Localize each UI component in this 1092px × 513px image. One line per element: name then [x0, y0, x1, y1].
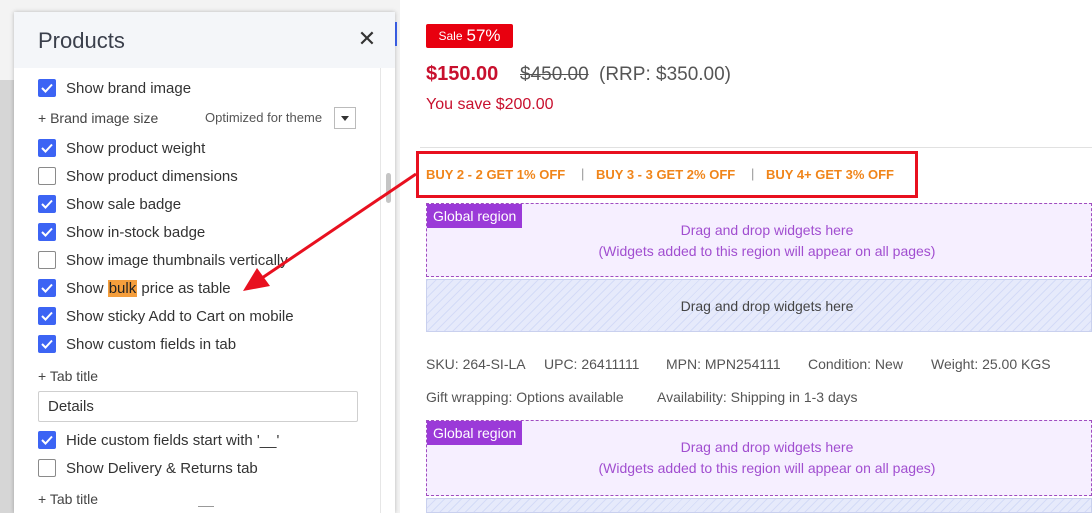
checkbox-label: Show Delivery & Returns tab: [66, 459, 258, 477]
gift-wrapping: Gift wrapping: Options available: [426, 389, 624, 405]
product-price: $150.00: [426, 63, 499, 85]
sale-badge: Sale 57%: [426, 24, 513, 48]
checkbox-show-custom-fields-tab[interactable]: Show custom fields in tab: [38, 333, 236, 355]
selection-edge: [395, 22, 397, 46]
checkbox-show-sticky-add-to-cart[interactable]: Show sticky Add to Cart on mobile: [38, 305, 294, 327]
checkbox-unchecked-icon[interactable]: [38, 167, 56, 185]
checkbox-checked-icon[interactable]: [38, 279, 56, 297]
checkbox-show-brand-image[interactable]: Show brand image: [38, 77, 191, 99]
tab-title-label-2: + Tab title: [38, 491, 99, 507]
drop-note: (Widgets added to this region will appea…: [598, 243, 936, 259]
products-settings-panel: Products ✕ Show brand image + Brand imag…: [14, 12, 395, 513]
widget-drop-zone[interactable]: Drag and drop widgets here: [426, 279, 1092, 332]
widget-drop-zone[interactable]: [426, 498, 1092, 513]
checkbox-label: Show image thumbnails vertically: [66, 251, 288, 269]
close-icon[interactable]: ✕: [354, 26, 380, 52]
checkbox-show-delivery-returns[interactable]: Show Delivery & Returns tab: [38, 457, 258, 479]
drop-note: (Widgets added to this region will appea…: [598, 460, 936, 476]
global-region-widget-area[interactable]: Global region Drag and drop widgets here…: [426, 203, 1092, 277]
weight: Weight: 25.00 KGS: [931, 356, 1051, 372]
checkbox-checked-icon[interactable]: [38, 307, 56, 325]
checkbox-unchecked-icon[interactable]: [38, 459, 56, 477]
checkbox-label: Show custom fields in tab: [66, 335, 237, 353]
drop-text: Drag and drop widgets here: [680, 222, 854, 238]
product-old-price: $450.00: [520, 64, 589, 85]
checkbox-checked-icon[interactable]: [38, 223, 56, 241]
search-highlight: bulk: [107, 279, 138, 297]
panel-scrollbar[interactable]: [380, 68, 395, 513]
checkbox-label: Show product weight: [66, 139, 206, 157]
you-save: You save $200.00: [426, 96, 554, 113]
checkbox-show-thumbnails-vertically[interactable]: Show image thumbnails vertically: [38, 249, 288, 271]
checkbox-label: Show sticky Add to Cart on mobile: [66, 307, 294, 325]
checkbox-unchecked-icon[interactable]: [38, 251, 56, 269]
label-part: price as table: [137, 279, 231, 297]
checkbox-checked-icon[interactable]: [38, 431, 56, 449]
checkbox-checked-icon[interactable]: [38, 139, 56, 157]
chevron-down-icon: [341, 115, 349, 121]
brand-image-size-label: + Brand image size: [38, 110, 159, 126]
checkbox-show-in-stock-badge[interactable]: Show in-stock badge: [38, 221, 205, 243]
drop-text: Drag and drop widgets here: [680, 298, 854, 314]
availability: Availability: Shipping in 1-3 days: [657, 389, 858, 405]
upc: UPC: 26411111: [544, 356, 640, 372]
brand-image-size-select[interactable]: [334, 107, 356, 129]
checkbox-checked-icon[interactable]: [38, 79, 56, 97]
sale-badge-label: Sale: [438, 29, 463, 43]
mpn: MPN: MPN254111: [666, 356, 781, 372]
sale-badge-percent: 57%: [466, 26, 501, 45]
checkbox-label: Show in-stock badge: [66, 223, 206, 241]
checkbox-label: Show product dimensions: [66, 167, 238, 185]
divider: [420, 147, 1092, 148]
tab-title-label: + Tab title: [38, 368, 99, 384]
scroll-thumb[interactable]: [386, 173, 391, 203]
drop-text: Drag and drop widgets here: [680, 439, 854, 455]
tab-title-input[interactable]: Details: [38, 391, 358, 422]
label-part: Show: [66, 279, 108, 297]
sku: SKU: 264-SI-LA: [426, 356, 526, 372]
checkbox-show-sale-badge[interactable]: Show sale badge: [38, 193, 181, 215]
checkbox-show-bulk-price-table[interactable]: Show bulk price as table: [38, 277, 231, 299]
checkbox-checked-icon[interactable]: [38, 335, 56, 353]
product-rrp: (RRP: $350.00): [599, 64, 732, 85]
checkbox-label: Show sale badge: [66, 195, 182, 213]
annotation-highlight-box: [416, 151, 918, 198]
checkbox-label: Hide custom fields start with '__': [66, 431, 280, 449]
checkbox-hide-custom-fields[interactable]: Hide custom fields start with '__': [38, 429, 279, 451]
resize-handle-icon[interactable]: [198, 506, 214, 513]
checkbox-label: Show brand image: [66, 79, 192, 97]
panel-title: Products: [38, 28, 125, 53]
global-region-widget-area[interactable]: Global region Drag and drop widgets here…: [426, 420, 1092, 496]
panel-header: Products ✕: [14, 12, 395, 68]
checkbox-show-product-weight[interactable]: Show product weight: [38, 137, 205, 159]
checkbox-checked-icon[interactable]: [38, 195, 56, 213]
condition: Condition: New: [808, 356, 903, 372]
checkbox-label: Show bulk price as table: [66, 279, 231, 297]
brand-image-size-value[interactable]: Optimized for theme: [205, 110, 322, 125]
checkbox-show-product-dimensions[interactable]: Show product dimensions: [38, 165, 238, 187]
